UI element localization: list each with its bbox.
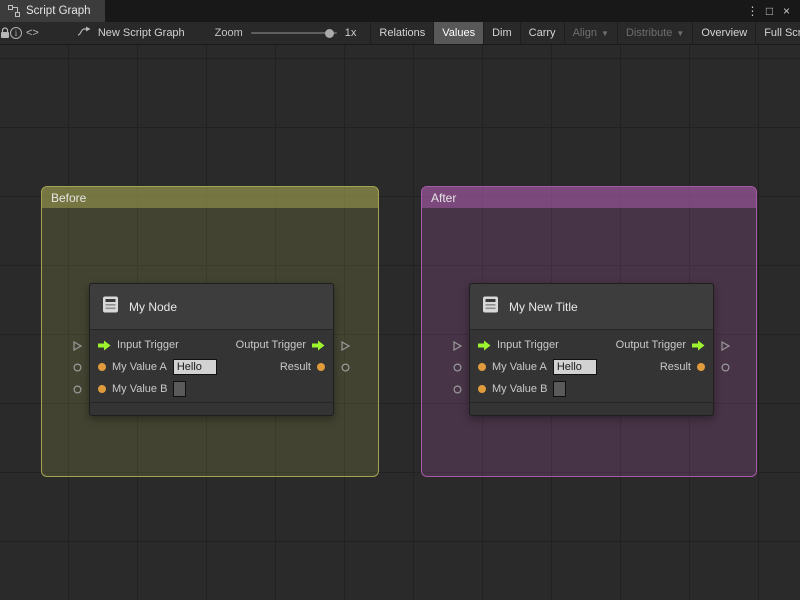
- group-after-header[interactable]: After: [422, 187, 756, 208]
- ext-input-trigger-port[interactable]: [453, 340, 463, 352]
- port-label: Output Trigger: [615, 339, 686, 351]
- port-label: Result: [279, 361, 311, 373]
- zoom-slider-handle[interactable]: [324, 29, 334, 38]
- graph-asset-icon: [77, 26, 91, 40]
- output-trigger-port-icon[interactable]: [312, 340, 325, 351]
- chevron-down-icon: ▼: [676, 28, 685, 38]
- ext-result-port[interactable]: [721, 363, 730, 372]
- zoom-label: Zoom: [214, 27, 243, 39]
- ext-result-port[interactable]: [341, 363, 350, 372]
- node-my-node[interactable]: My Node Input Trigger Output Trigger My …: [73, 283, 351, 416]
- info-icon[interactable]: i: [10, 22, 22, 44]
- node-footer: [90, 402, 333, 415]
- input-trigger-port-icon[interactable]: [478, 340, 491, 351]
- close-icon[interactable]: ×: [778, 0, 795, 22]
- port-row: My Value A Result: [470, 356, 713, 378]
- carry-button[interactable]: Carry: [519, 22, 564, 44]
- script-graph-tab-icon: [8, 5, 20, 17]
- unit-icon: [101, 295, 120, 319]
- window-controls: ⋮ □ ×: [744, 0, 800, 22]
- port-row: Input Trigger Output Trigger: [90, 334, 333, 356]
- output-trigger-port-icon[interactable]: [692, 340, 705, 351]
- value-a-input[interactable]: [172, 359, 217, 375]
- distribute-button[interactable]: Distribute ▼: [616, 22, 692, 44]
- input-trigger-port-icon[interactable]: [98, 340, 111, 351]
- port-label: Input Trigger: [117, 339, 179, 351]
- value-a-port-icon[interactable]: [98, 363, 106, 371]
- group-after[interactable]: After My New Title Input Trigger Output …: [421, 186, 757, 477]
- zoom-control: Zoom 1x: [215, 22, 357, 44]
- node-my-new-title[interactable]: My New Title Input Trigger Output Trigge…: [453, 283, 731, 416]
- port-row: Input Trigger Output Trigger: [470, 334, 713, 356]
- port-label: Input Trigger: [497, 339, 559, 351]
- value-b-port-icon[interactable]: [478, 385, 486, 393]
- toolbar-buttons: Relations Values Dim Carry Align ▼ Distr…: [370, 22, 800, 44]
- zoom-slider[interactable]: [250, 22, 337, 44]
- align-button[interactable]: Align ▼: [563, 22, 617, 44]
- value-a-input[interactable]: [552, 359, 597, 375]
- port-label: My Value B: [492, 383, 548, 395]
- value-b-port-icon[interactable]: [98, 385, 106, 393]
- ext-value-b-port[interactable]: [453, 385, 462, 394]
- port-row: My Value B: [470, 378, 713, 400]
- ext-value-a-port[interactable]: [453, 363, 462, 372]
- value-a-port-icon[interactable]: [478, 363, 486, 371]
- tab-bar: Script Graph ⋮ □ ×: [0, 0, 800, 22]
- port-label: Result: [659, 361, 691, 373]
- port-label: My Value B: [112, 383, 168, 395]
- fullscreen-button[interactable]: Full Scr: [755, 22, 800, 44]
- graph-name-label: New Script Graph: [97, 27, 185, 39]
- group-before-label: Before: [51, 190, 87, 205]
- node-title: My New Title: [509, 299, 578, 314]
- node-title: My Node: [129, 299, 178, 314]
- relations-button[interactable]: Relations: [370, 22, 433, 44]
- tab-script-graph[interactable]: Script Graph: [0, 0, 105, 22]
- values-button[interactable]: Values: [433, 22, 484, 44]
- ext-input-trigger-port[interactable]: [73, 340, 83, 352]
- graph-canvas[interactable]: Before My Node Input Trigger Output Trig…: [0, 45, 800, 600]
- group-after-label: After: [431, 190, 457, 205]
- node-footer: [470, 402, 713, 415]
- port-row: My Value B: [90, 378, 333, 400]
- node-body: Input Trigger Output Trigger My Value A …: [470, 330, 713, 402]
- result-port-icon[interactable]: [697, 363, 705, 371]
- lock-icon[interactable]: [0, 22, 10, 44]
- unity-script-graph-window: Script Graph ⋮ □ × i <> New Script Graph…: [0, 0, 800, 600]
- port-row: My Value A Result: [90, 356, 333, 378]
- group-before-header[interactable]: Before: [42, 187, 378, 208]
- zoom-slider-track: [250, 32, 337, 34]
- maximize-icon[interactable]: □: [761, 0, 778, 22]
- unit-icon: [481, 295, 500, 319]
- port-label: My Value A: [112, 361, 167, 373]
- port-label: My Value A: [492, 361, 547, 373]
- chevron-down-icon: ▼: [601, 28, 609, 38]
- dim-button[interactable]: Dim: [483, 22, 520, 44]
- menu-icon[interactable]: ⋮: [744, 0, 761, 22]
- tab-title: Script Graph: [26, 5, 91, 17]
- node-header[interactable]: My Node: [90, 284, 333, 330]
- ext-output-trigger-port[interactable]: [341, 340, 351, 352]
- node-body: Input Trigger Output Trigger My Value A …: [90, 330, 333, 402]
- ext-value-a-port[interactable]: [73, 363, 82, 372]
- zoom-value: 1x: [344, 27, 357, 39]
- value-b-input[interactable]: [553, 381, 567, 397]
- group-before[interactable]: Before My Node Input Trigger Output Trig…: [41, 186, 379, 477]
- ext-output-trigger-port[interactable]: [721, 340, 731, 352]
- code-icon[interactable]: <>: [26, 22, 39, 44]
- graph-breadcrumb[interactable]: New Script Graph: [77, 26, 185, 40]
- value-b-input[interactable]: [173, 381, 187, 397]
- node-header[interactable]: My New Title: [470, 284, 713, 330]
- result-port-icon[interactable]: [317, 363, 325, 371]
- toolbar: i <> New Script Graph Zoom 1x Relations: [0, 22, 800, 45]
- port-label: Output Trigger: [235, 339, 306, 351]
- overview-button[interactable]: Overview: [692, 22, 755, 44]
- ext-value-b-port[interactable]: [73, 385, 82, 394]
